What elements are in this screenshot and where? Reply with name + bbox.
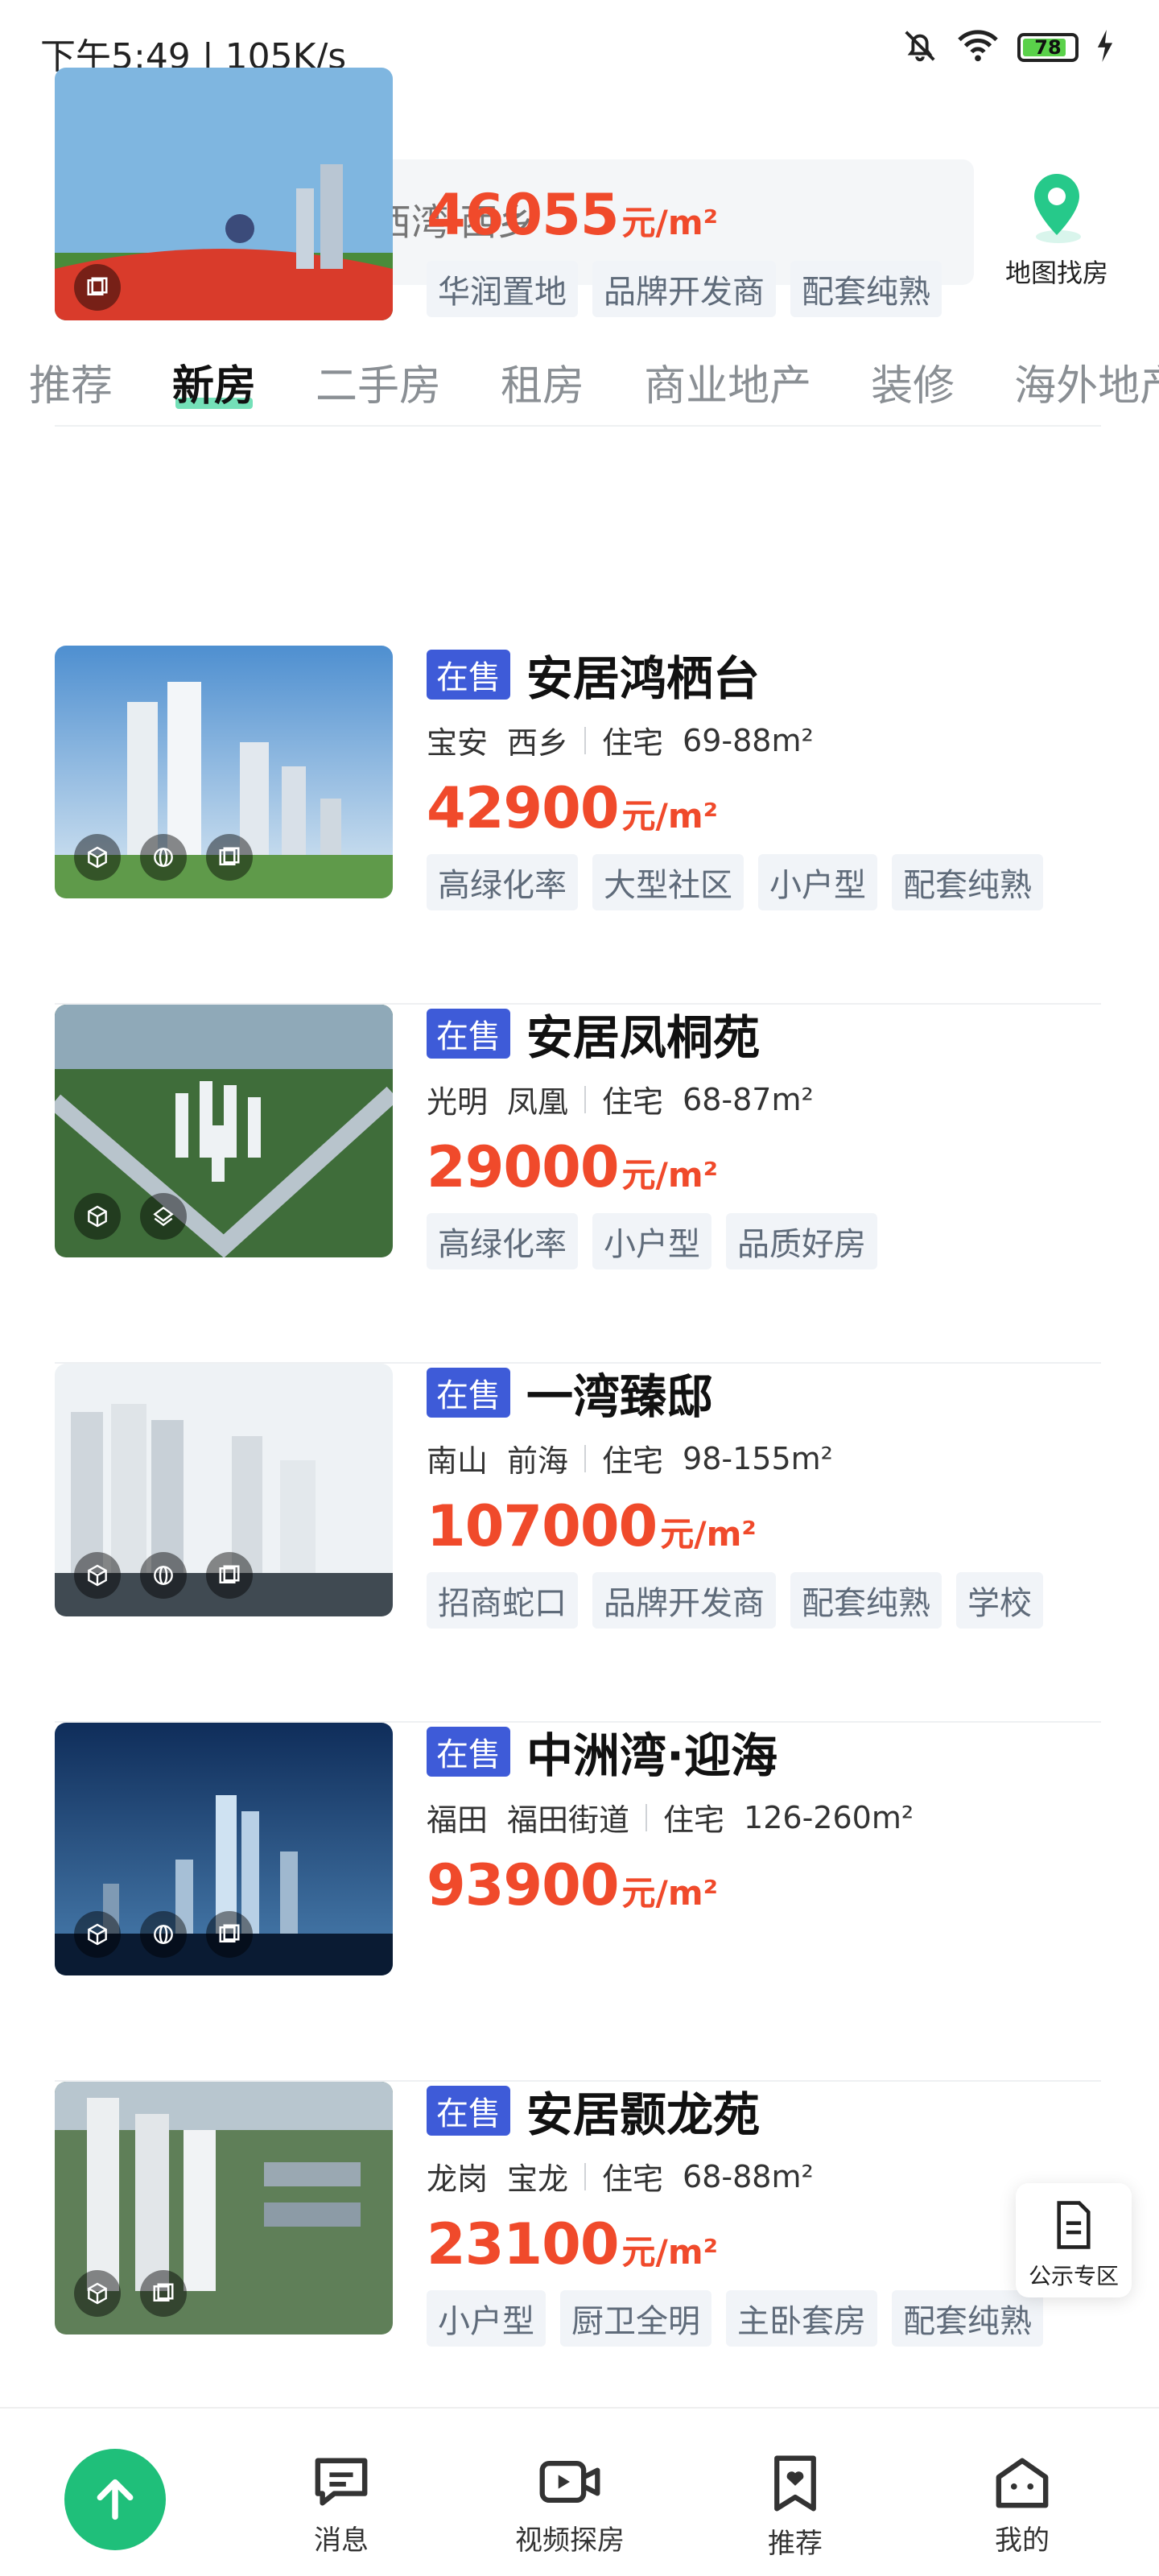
listing-tag: 品牌开发商 xyxy=(592,1572,776,1629)
scroll-top-button[interactable] xyxy=(64,2449,166,2550)
listing-image xyxy=(55,1364,393,1616)
listing-image xyxy=(55,2082,393,2334)
publicity-zone-button[interactable]: 公示专区 xyxy=(1016,2183,1132,2297)
nav-video-tour[interactable]: 视频探房 xyxy=(489,2454,650,2557)
listing-tag: 品质好房 xyxy=(726,1213,877,1269)
photos-icon xyxy=(140,2270,187,2317)
charging-icon xyxy=(1096,30,1114,65)
listing-price: 107000 元/m² xyxy=(427,1493,757,1559)
listing-tag: 华润置地 xyxy=(427,261,578,317)
listing-tags: 小户型 厨卫全明 主卧套房 配套纯熟 xyxy=(427,2290,1103,2347)
battery-level: 78 xyxy=(1034,36,1062,59)
listing-tag: 高绿化率 xyxy=(427,1213,578,1269)
sale-status-badge: 在售 xyxy=(427,650,510,700)
listing-meta: 宝安 西乡 住宅 69-88m² xyxy=(427,722,814,762)
sale-status-badge: 在售 xyxy=(427,1009,510,1059)
listing-tags: 高绿化率 小户型 品质好房 xyxy=(427,1213,1103,1269)
listing-tag: 主卧套房 xyxy=(726,2290,877,2347)
nav-label: 我的 xyxy=(995,2524,1050,2557)
listing-title: 安居凤桐苑 xyxy=(526,1010,761,1065)
listing-tag: 配套纯熟 xyxy=(892,854,1043,910)
photos-icon xyxy=(206,1911,253,1958)
listing-card[interactable]: 46055 元/m² 华润置地 品牌开发商 配套纯熟 xyxy=(55,68,1101,427)
listing-card[interactable]: 在售 安居颢龙苑 龙岗 宝龙 住宅 68-88m² 23100 元/m² 小户型… xyxy=(55,2082,1101,2441)
listing-tag: 大型社区 xyxy=(592,854,744,910)
document-icon xyxy=(1016,2183,1132,2254)
listing-price: 42900 元/m² xyxy=(427,775,719,841)
listing-meta: 光明 凤凰 住宅 68-87m² xyxy=(427,1081,814,1121)
listing-image xyxy=(55,68,393,320)
nav-label: 推荐 xyxy=(768,2528,823,2560)
listing-tag: 厨卫全明 xyxy=(560,2290,711,2347)
nav-messages[interactable]: 消息 xyxy=(261,2454,422,2557)
listing-card[interactable]: 在售 中洲湾·迎海 福田 福田街道 住宅 126-260m² 93900 元/m… xyxy=(55,1723,1101,2082)
nav-label: 视频探房 xyxy=(515,2524,625,2557)
listing-tag: 学校 xyxy=(956,1572,1043,1629)
bell-off-icon xyxy=(901,27,938,68)
3d-view-icon xyxy=(74,1193,121,1240)
vr-icon xyxy=(140,834,187,881)
card-divider xyxy=(55,425,1101,427)
listing-tag: 配套纯熟 xyxy=(790,1572,942,1629)
wifi-icon xyxy=(956,27,1000,68)
bottom-nav: 消息 视频探房 推荐 我的 xyxy=(0,2407,1159,2576)
listing-price: 46055 元/m² xyxy=(427,182,719,248)
listing-tag: 小户型 xyxy=(427,2290,546,2347)
listing-tag: 招商蛇口 xyxy=(427,1572,578,1629)
3d-view-icon xyxy=(74,2270,121,2317)
listing-title: 中洲湾·迎海 xyxy=(526,1728,778,1783)
listing-tags: 招商蛇口 品牌开发商 配套纯熟 学校 xyxy=(427,1572,1103,1629)
publicity-label: 公示专区 xyxy=(1028,2263,1119,2289)
listing-card[interactable]: 在售 安居鸿栖台 宝安 西乡 住宅 69-88m² 42900 元/m² 高绿化… xyxy=(55,646,1101,1005)
listing-meta: 福田 福田街道 住宅 126-260m² xyxy=(427,1799,914,1839)
listing-tag: 品牌开发商 xyxy=(592,261,776,317)
listing-title: 安居颢龙苑 xyxy=(526,2087,761,2142)
listing-title: 一湾臻邸 xyxy=(526,1369,714,1424)
vr-icon xyxy=(140,1911,187,1958)
vr-icon xyxy=(140,1552,187,1599)
listing-tags: 高绿化率 大型社区 小户型 配套纯熟 xyxy=(427,854,1103,910)
bookmark-heart-icon xyxy=(774,2455,816,2512)
listing-tag: 小户型 xyxy=(592,1213,711,1269)
listing-card[interactable]: 在售 安居凤桐苑 光明 凤凰 住宅 68-87m² 29000 元/m² 高绿化… xyxy=(55,1005,1101,1364)
listing-price: 29000 元/m² xyxy=(427,1134,719,1200)
listing-price: 93900 元/m² xyxy=(427,1852,719,1918)
video-icon xyxy=(539,2461,600,2503)
photos-icon xyxy=(74,264,121,311)
listing-tags: 华润置地 品牌开发商 配套纯熟 xyxy=(427,261,1103,317)
3d-view-icon xyxy=(74,834,121,881)
nav-recommend[interactable]: 推荐 xyxy=(715,2454,876,2561)
3d-view-icon xyxy=(74,1911,121,1958)
listing-tag: 配套纯熟 xyxy=(790,261,942,317)
battery-icon: 78 xyxy=(1017,33,1079,62)
listing-image xyxy=(55,646,393,898)
listing-tag: 小户型 xyxy=(758,854,877,910)
nav-profile[interactable]: 我的 xyxy=(942,2454,1103,2557)
listing-meta: 龙岗 宝龙 住宅 68-88m² xyxy=(427,2158,814,2198)
listing-image xyxy=(55,1005,393,1257)
status-icons: 78 xyxy=(901,27,1114,68)
listing-tag: 配套纯熟 xyxy=(892,2290,1043,2347)
listing-card[interactable]: 在售 一湾臻邸 南山 前海 住宅 98-155m² 107000 元/m² 招商… xyxy=(55,1364,1101,1723)
3d-view-icon xyxy=(74,1552,121,1599)
listing-image xyxy=(55,1723,393,1975)
photos-icon xyxy=(206,834,253,881)
sale-status-badge: 在售 xyxy=(427,2086,510,2136)
sand-table-icon xyxy=(140,1193,187,1240)
nav-label: 消息 xyxy=(314,2524,369,2557)
sale-status-badge: 在售 xyxy=(427,1368,510,1418)
sale-status-badge: 在售 xyxy=(427,1727,510,1777)
listing-tag: 高绿化率 xyxy=(427,854,578,910)
listing-title: 安居鸿栖台 xyxy=(526,651,761,706)
listing-price: 23100 元/m² xyxy=(427,2211,719,2277)
message-icon xyxy=(315,2458,368,2506)
listing-meta: 南山 前海 住宅 98-155m² xyxy=(427,1440,833,1480)
photos-icon xyxy=(206,1552,253,1599)
arrow-up-icon xyxy=(97,2479,134,2520)
profile-icon xyxy=(996,2458,1049,2508)
